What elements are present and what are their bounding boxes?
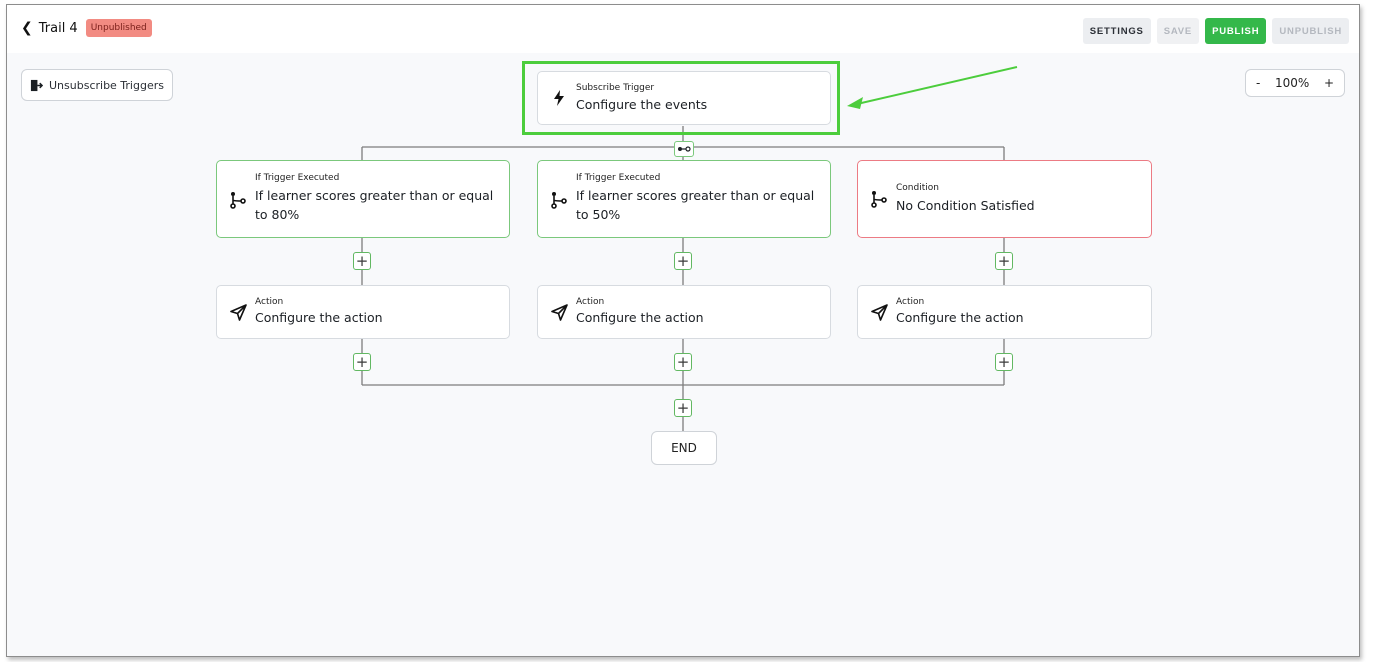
annotation-arrow [847,66,1018,109]
app-window: ❮ Trail 4 Unpublished SETTINGS SAVE PUBL… [6,4,1360,657]
